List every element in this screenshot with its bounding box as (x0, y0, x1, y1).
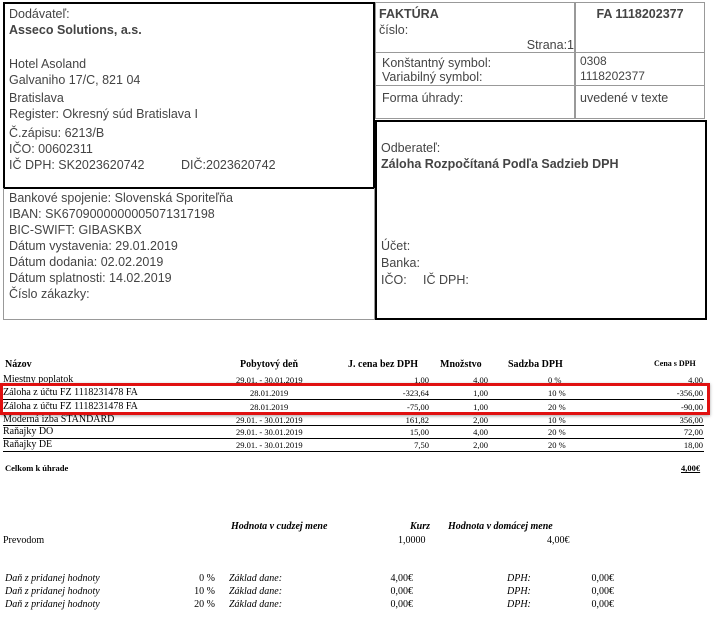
row-qty: 2,00 (473, 440, 488, 450)
customer-bank: Banka: (381, 256, 420, 270)
row-divider (3, 451, 704, 452)
vat-label: Daň z pridanej hodnoty (5, 573, 100, 584)
vat-rate: 20 % (194, 599, 215, 610)
bank-line: Dátum splatnosti: 14.02.2019 (9, 271, 172, 285)
supplier-line: Bratislava (9, 91, 64, 105)
supplier-line: Č.zápisu: 6213/B (9, 126, 105, 140)
customer-account: Účet: (381, 239, 411, 253)
row-vat: 20 % (548, 427, 566, 437)
payment-value: uvedené v texte (580, 91, 669, 105)
row-stay: 29.01. - 30.01.2019 (236, 440, 303, 450)
bank-line: Dátum vystavenia: 29.01.2019 (9, 239, 178, 253)
supplier-dic: DIČ:2023620742 (181, 158, 276, 172)
bank-line: Dátum dodania: 02.02.2019 (9, 255, 164, 269)
symbols-label-box: Konštantný symbol: Variabilný symbol: (375, 52, 575, 86)
vat-label: Daň z pridanej hodnoty (5, 599, 100, 610)
highlight-box (0, 383, 710, 415)
row-name: Raňajky DO (3, 426, 54, 437)
row-price: 18,00 (683, 440, 703, 450)
payment-label-box: Forma úhrady: (375, 85, 575, 119)
invoice-number-label: číslo: (379, 23, 409, 37)
bank-line: Bankové spojenie: Slovenská Sporiteľňa (9, 191, 233, 205)
col-price-header: Cena s DPH (654, 359, 696, 368)
vat-label: Daň z pridanej hodnoty (5, 586, 100, 597)
supplier-box: Dodávateľ: Asseco Solutions, a.s. Hotel … (3, 2, 375, 189)
exchange-rate: 1,0000 (398, 535, 426, 546)
vat-base-label: Základ dane: (229, 599, 283, 610)
vat-base-label: Základ dane: (229, 586, 283, 597)
payment-label: Forma úhrady: (382, 91, 464, 105)
vat-base: 0,00€ (390, 599, 414, 610)
vat-dph-label: DPH: (507, 573, 531, 584)
supplier-line: Register: Okresný súd Bratislava I (9, 107, 198, 121)
supplier-line: Hotel Asoland (9, 57, 87, 71)
vat-base-label: Základ dane: (229, 573, 283, 584)
customer-name: Záloha Rozpočítaná Podľa Sadzieb DPH (381, 157, 619, 171)
customer-ico: IČO: (381, 273, 407, 287)
customer-box: Odberateľ: Záloha Rozpočítaná Podľa Sadz… (375, 120, 707, 320)
row-name: Raňajky DE (3, 439, 53, 450)
col-qty-header: Množstvo (440, 359, 482, 370)
supplier-line: IČO: 00602311 (9, 142, 93, 156)
invoice-title: FAKTÚRA (379, 7, 439, 21)
row-qty: 4,00 (473, 427, 488, 437)
supplier-icdph: IČ DPH: SK2023620742 (9, 158, 145, 172)
row-unitprice: 7,50 (414, 440, 429, 450)
var-symbol-label: Variabilný symbol: (382, 70, 483, 84)
payment-value-box: uvedené v texte (575, 85, 705, 119)
bank-line: Číslo zákazky: (9, 287, 90, 301)
row-unitprice: 161,82 (405, 415, 429, 425)
table-header: Názov Pobytový deň J. cena bez DPH Množs… (0, 359, 714, 372)
row-vat: 10 % (548, 415, 566, 425)
row-price: 72,00 (683, 427, 703, 437)
symbols-value-box: 0308 1118202377 (575, 52, 705, 86)
row-stay: 29.01. - 30.01.2019 (236, 415, 303, 425)
customer-label: Odberateľ: (381, 141, 441, 155)
payment-method: Prevodom (3, 535, 45, 546)
total-value: 4,00€ (681, 463, 701, 473)
col-vat-header: Sadzba DPH (508, 359, 563, 370)
row-price: 356,00 (679, 415, 703, 425)
vat-base: 4,00€ (390, 573, 414, 584)
invoice-title-box: FAKTÚRA číslo: Strana:1 (375, 2, 575, 53)
col-stay-header: Pobytový deň (240, 359, 299, 370)
invoice-number-box: FA 1118202377 (575, 2, 705, 53)
total-label: Celkom k úhrade (5, 463, 69, 473)
vat-dph-label: DPH: (507, 586, 531, 597)
col-unitprice-header: J. cena bez DPH (348, 359, 418, 370)
vat-summary-row: Daň z pridanej hodnoty 0 % Základ dane: … (0, 573, 714, 586)
vat-summary-row: Daň z pridanej hodnoty 20 % Základ dane:… (0, 599, 714, 612)
vat-dph-label: DPH: (507, 599, 531, 610)
vat-summary-row: Daň z pridanej hodnoty 10 % Základ dane:… (0, 586, 714, 599)
supplier-line: Galvaniho 17/C, 821 04 (9, 73, 141, 87)
row-vat: 20 % (548, 440, 566, 450)
vat-rate: 10 % (194, 586, 215, 597)
invoice-number: FA 1118202377 (596, 7, 684, 21)
rate-label: Kurz (410, 521, 431, 532)
bank-box: Bankové spojenie: Slovenská Sporiteľňa I… (3, 188, 375, 320)
foreign-value-label: Hodnota v cudzej mene (231, 521, 328, 532)
col-name-header: Názov (5, 359, 32, 370)
domestic-value-label: Hodnota v domácej mene (448, 521, 553, 532)
vat-rate: 0 % (199, 573, 215, 584)
row-stay: 29.01. - 30.01.2019 (236, 427, 303, 437)
row-qty: 2,00 (473, 415, 488, 425)
row-unitprice: 15,00 (409, 427, 429, 437)
vat-dph: 0,00€ (591, 573, 615, 584)
customer-icdph: IČ DPH: (423, 273, 469, 287)
vat-dph: 0,00€ (591, 586, 615, 597)
var-symbol: 1118202377 (580, 69, 645, 83)
vat-dph: 0,00€ (591, 599, 615, 610)
bank-line: IBAN: SK6709000000005071317198 (9, 207, 215, 221)
supplier-name: Asseco Solutions, a.s. (9, 23, 142, 37)
domestic-value: 4,00€ (547, 535, 570, 546)
supplier-label: Dodávateľ: (9, 7, 70, 21)
vat-base: 0,00€ (390, 586, 414, 597)
row-name: Moderná izba STANDARD (3, 414, 115, 425)
bank-line: BIC-SWIFT: GIBASKBX (9, 223, 142, 237)
